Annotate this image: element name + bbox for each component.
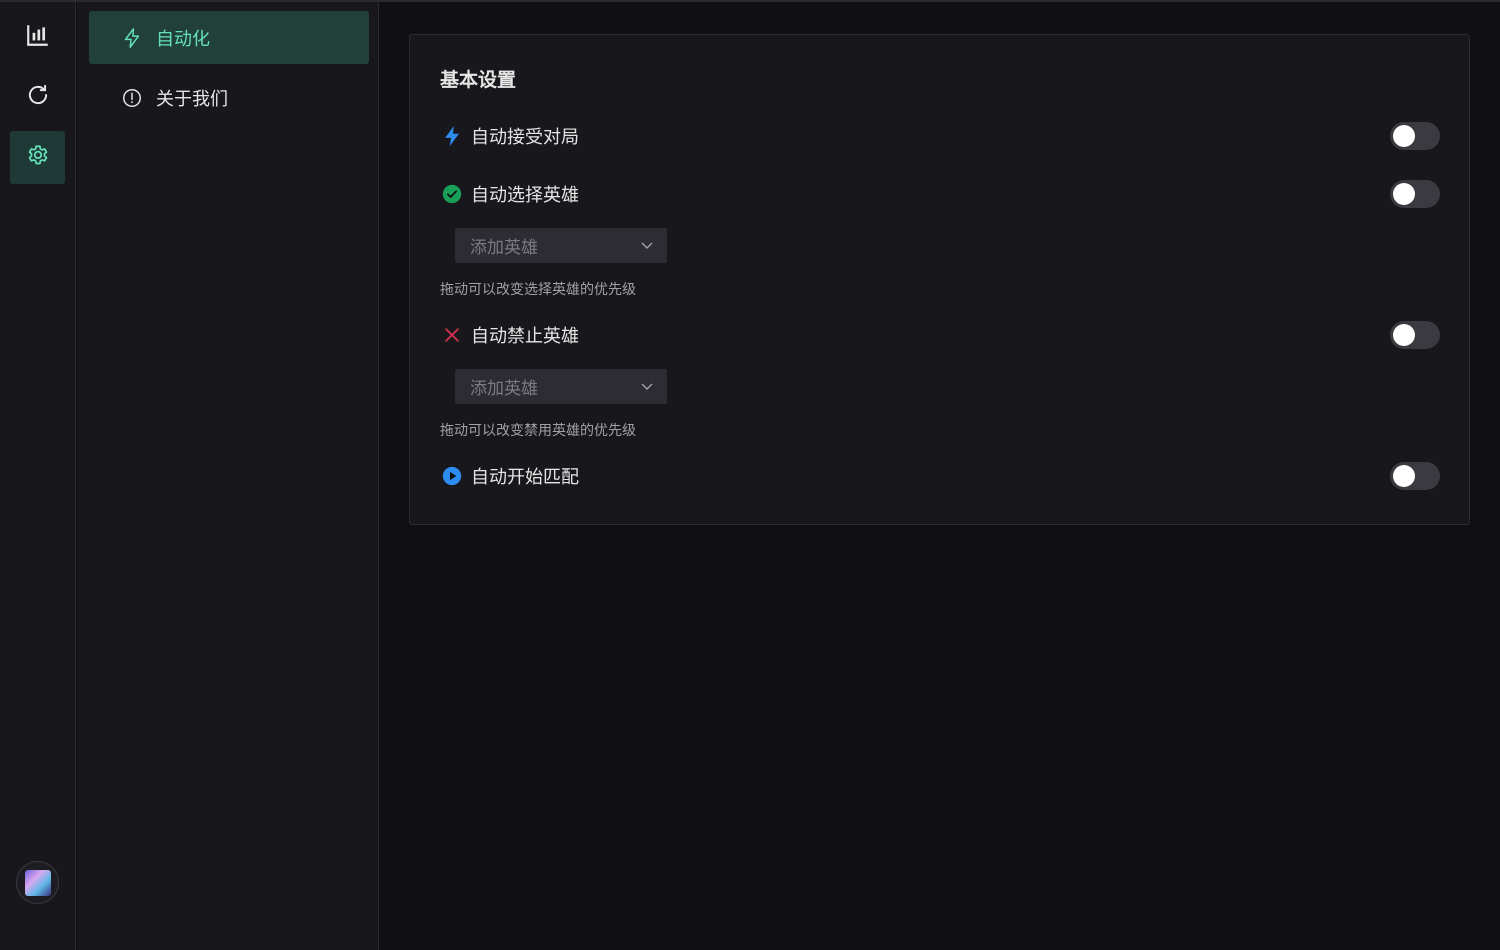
close-icon	[440, 323, 464, 347]
menu-item-label: 关于我们	[156, 88, 228, 110]
toggle-knob	[1393, 465, 1415, 487]
auto-accept-toggle[interactable]	[1390, 122, 1440, 150]
lightning-icon	[440, 124, 464, 148]
user-avatar[interactable]	[16, 861, 59, 904]
refresh-icon	[25, 82, 51, 112]
toggle-knob	[1393, 183, 1415, 205]
auto-match-toggle[interactable]	[1390, 462, 1440, 490]
pick-champion-select[interactable]: 添加英雄	[455, 228, 667, 263]
rail-button-settings[interactable]	[10, 131, 65, 184]
ban-champion-select[interactable]: 添加英雄	[455, 369, 667, 404]
chevron-down-icon	[639, 378, 655, 394]
gear-icon	[25, 143, 51, 173]
avatar-image	[24, 869, 51, 896]
select-placeholder: 添加英雄	[470, 238, 538, 258]
auto-ban-toggle[interactable]	[1390, 321, 1440, 349]
select-placeholder: 添加英雄	[470, 379, 538, 399]
toggle-knob	[1393, 125, 1415, 147]
setting-row-auto-pick: 自动选择英雄	[440, 177, 1440, 211]
card-title: 基本设置	[440, 69, 517, 91]
setting-label: 自动开始匹配	[471, 467, 579, 488]
setting-label: 自动接受对局	[471, 127, 579, 148]
ban-priority-hint: 拖动可以改变禁用英雄的优先级	[440, 423, 636, 439]
play-circle-icon	[440, 464, 464, 488]
menu-item-about[interactable]: 关于我们	[89, 71, 369, 124]
rail-button-refresh[interactable]	[10, 70, 65, 123]
toggle-knob	[1393, 324, 1415, 346]
lightning-icon	[121, 27, 143, 49]
pick-priority-hint: 拖动可以改变选择英雄的优先级	[440, 282, 636, 298]
menu-item-label: 自动化	[156, 28, 210, 50]
auto-pick-toggle[interactable]	[1390, 180, 1440, 208]
setting-row-auto-match: 自动开始匹配	[440, 459, 1440, 493]
bar-chart-icon	[25, 22, 51, 52]
setting-row-auto-accept: 自动接受对局	[440, 119, 1440, 153]
setting-row-auto-ban: 自动禁止英雄	[440, 318, 1440, 352]
chevron-down-icon	[639, 237, 655, 253]
info-circle-icon	[121, 87, 143, 109]
setting-label: 自动禁止英雄	[471, 326, 579, 347]
basic-settings-card: 基本设置 自动接受对局 自动选择英雄 添加英雄 拖动可以改变选择英雄的优先级 自…	[409, 34, 1470, 525]
menu-item-automation[interactable]: 自动化	[89, 11, 369, 64]
check-circle-icon	[440, 182, 464, 206]
icon-rail	[0, 2, 76, 950]
settings-submenu: 自动化 关于我们	[77, 2, 379, 950]
rail-button-stats[interactable]	[10, 10, 65, 63]
setting-label: 自动选择英雄	[471, 185, 579, 206]
